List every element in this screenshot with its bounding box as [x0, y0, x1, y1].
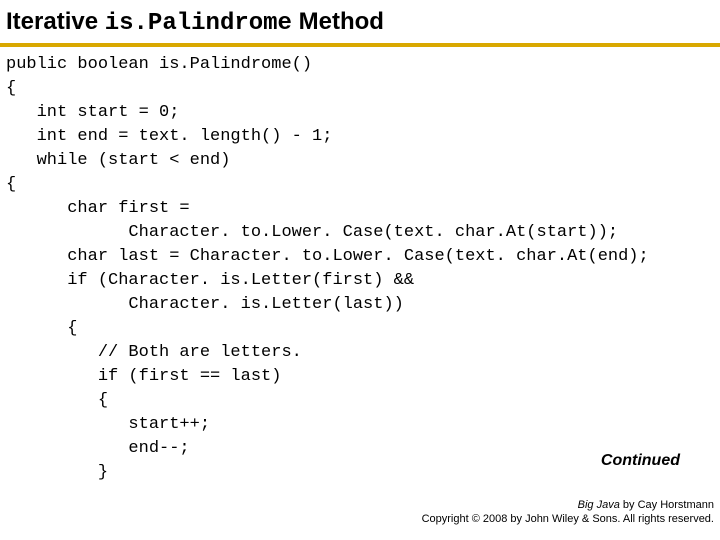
copyright-credit: Big Java by Cay Horstmann Copyright © 20… [422, 498, 714, 526]
title-post: Method [292, 8, 384, 35]
title-pre: Iterative [6, 8, 105, 35]
slide-title: Iterative is.Palindrome Method [0, 0, 720, 41]
credit-line2: Copyright © 2008 by John Wiley & Sons. A… [422, 513, 714, 525]
code-block: public boolean is.Palindrome() { int sta… [0, 53, 720, 485]
slide: { "title": { "pre": "Iterative ", "code"… [0, 0, 720, 540]
title-code: is.Palindrome [105, 10, 292, 37]
title-rule [0, 43, 720, 47]
credit-book: Big Java [578, 499, 620, 511]
credit-author: by Cay Horstmann [620, 499, 714, 511]
continued-label: Continued [601, 452, 680, 470]
